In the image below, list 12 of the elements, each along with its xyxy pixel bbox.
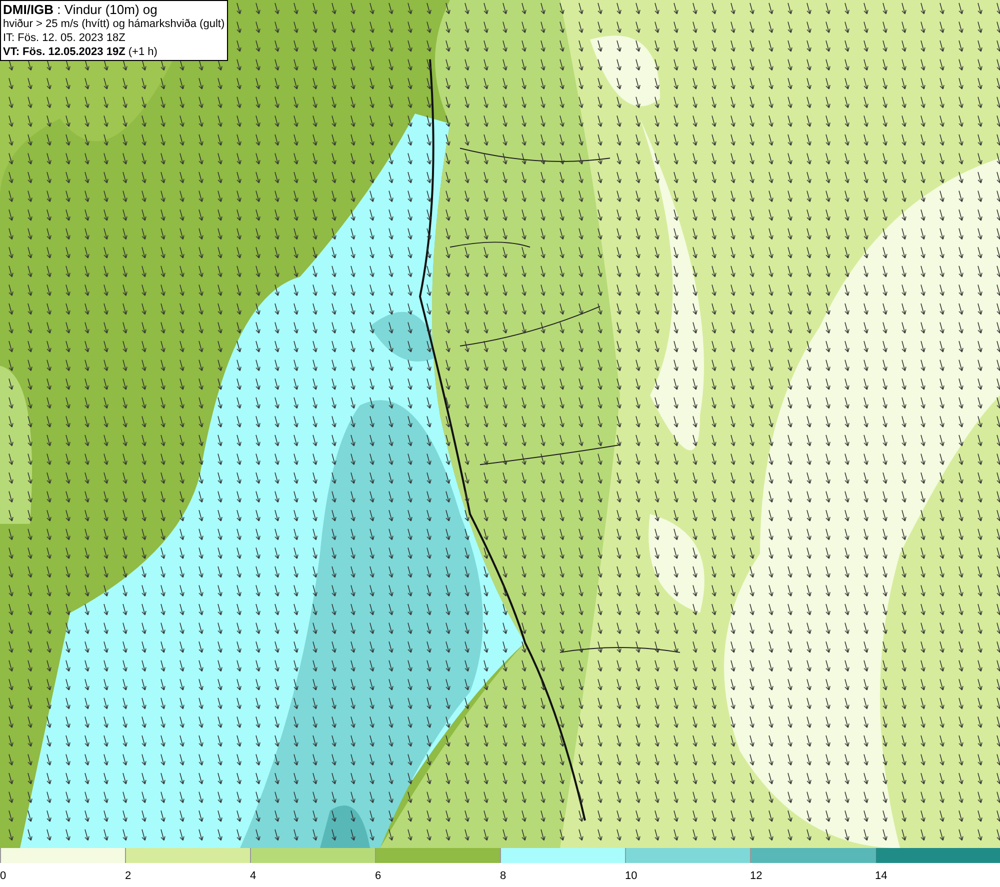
legend-label: 6	[375, 870, 382, 882]
title-line: VT: Fös. 12.05.2023 19Z (+1 h)	[3, 45, 158, 59]
legend-label: 4	[250, 870, 256, 882]
legend-label: 10	[625, 870, 638, 882]
legend-label: 2	[125, 870, 132, 882]
legend-label: 12	[750, 870, 762, 882]
title-line: hviður > 25 m/s (hvítt) og hámarkshviða (gult)	[3, 17, 225, 31]
legend-label: 0	[0, 870, 6, 882]
legend-label: 8	[500, 870, 506, 882]
legend-label: 14	[875, 870, 888, 882]
title-line: DMI/IGB : Vindur (10m) og	[3, 2, 158, 17]
title-line: IT: Fös. 12. 05. 2023 18Z	[3, 31, 126, 45]
